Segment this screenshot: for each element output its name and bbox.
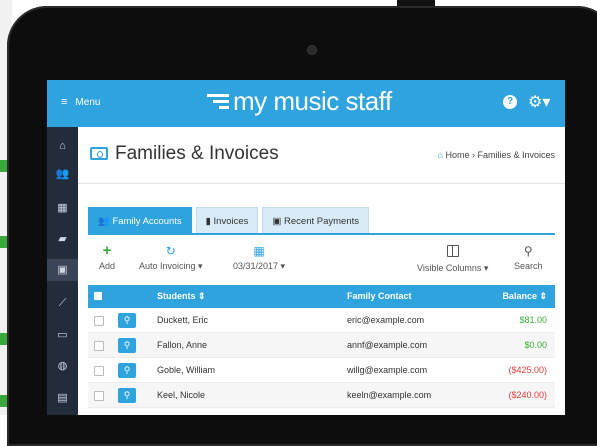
table-row[interactable]: ⚲ Fallon, Anne annf@example.com $0.00 <box>88 333 555 358</box>
family-contact[interactable]: keeln@example.com <box>347 383 431 408</box>
tab-label: Invoices <box>213 216 249 227</box>
row-checkbox[interactable] <box>94 366 104 376</box>
tablet-camera <box>308 46 316 54</box>
date-label: 03/31/2017 ▾ <box>233 261 286 271</box>
family-contact[interactable]: willg@example.com <box>347 358 427 383</box>
home-icon[interactable]: ⌂ <box>47 135 78 157</box>
date-picker[interactable]: ▦ 03/31/2017 ▾ <box>233 245 285 272</box>
header-divider <box>78 183 565 184</box>
students-header[interactable]: Students ⇕ <box>157 285 206 308</box>
student-name[interactable]: Keel, Nicole <box>157 383 205 408</box>
calendar-icon[interactable]: ▦ <box>47 197 78 219</box>
row-checkbox[interactable] <box>94 341 104 351</box>
id-card-icon[interactable]: ▤ <box>47 387 78 409</box>
tab-bar: 👥 Family Accounts ▮ Invoices ▣ Recent Pa… <box>88 207 373 234</box>
calendar-icon: ▦ <box>253 244 265 258</box>
page-title: Families & Invoices <box>115 143 279 164</box>
table-header: Students ⇕ Family Contact Balance ⇕ <box>88 285 555 308</box>
app-logo[interactable]: my music staff <box>207 86 392 117</box>
search-label: Search <box>514 261 543 271</box>
car-icon[interactable]: ▭ <box>47 324 78 346</box>
tab-underline <box>88 233 555 235</box>
tab-label: Family Accounts <box>112 216 182 227</box>
tab-label: Recent Payments <box>284 216 359 227</box>
columns-icon <box>417 245 488 259</box>
breadcrumb[interactable]: ⌂ Home › Families & Invoices <box>438 150 555 160</box>
globe-icon[interactable]: ◍ <box>47 355 78 377</box>
zoom-icon[interactable]: ⚲ <box>118 338 136 353</box>
search-icon: ⚲ <box>523 244 533 258</box>
chart-icon[interactable]: ⟋ <box>47 292 78 314</box>
add-button[interactable]: + Add <box>99 242 116 271</box>
zoom-icon[interactable]: ⚲ <box>118 363 136 378</box>
row-checkbox[interactable] <box>94 391 104 401</box>
auto-invoicing-label: Auto Invoicing ▾ <box>139 261 203 271</box>
logo-text: my music staff <box>233 86 392 116</box>
refresh-icon: ↻ <box>165 244 176 258</box>
family-contact[interactable]: annf@example.com <box>347 333 427 358</box>
logo-mark-icon <box>207 94 229 109</box>
tab-recent-payments[interactable]: ▣ Recent Payments <box>262 207 369 234</box>
plus-icon: + <box>102 242 112 259</box>
student-name[interactable]: Duckett, Eric <box>157 308 208 333</box>
add-label: Add <box>99 261 116 271</box>
auto-invoicing-button[interactable]: ↻ Auto Invoicing ▾ <box>139 245 203 272</box>
balance-value: ($425.00) <box>508 365 547 375</box>
select-all-checkbox[interactable] <box>94 292 102 300</box>
book-icon[interactable]: ▰ <box>47 228 78 250</box>
main-content: Families & Invoices ⌂ Home › Families & … <box>78 127 565 415</box>
top-nav-bar: ≡ Menu my music staff ? ⚙▾ <box>47 80 565 127</box>
student-name[interactable]: Fallon, Anne <box>157 333 207 358</box>
student-name[interactable]: Goble, William <box>157 358 215 383</box>
balance-value: ($240.00) <box>508 390 547 400</box>
menu-label: Menu <box>75 96 101 108</box>
balance-value: $81.00 <box>519 315 547 325</box>
zoom-icon[interactable]: ⚲ <box>118 313 136 328</box>
money-icon: ▣ <box>272 216 282 227</box>
family-contact-header[interactable]: Family Contact <box>347 285 412 308</box>
hamburger-icon: ≡ <box>61 96 68 108</box>
row-checkbox[interactable] <box>94 316 104 326</box>
visible-columns-label: Visible Columns ▾ <box>417 263 489 273</box>
table-row[interactable]: ⚲ Duckett, Eric eric@example.com $81.00 <box>88 308 555 333</box>
menu-button[interactable]: ≡ Menu <box>61 96 100 108</box>
balance-value: $0.00 <box>524 340 547 350</box>
zoom-icon[interactable]: ⚲ <box>118 388 136 403</box>
money-icon <box>90 147 108 160</box>
tab-invoices[interactable]: ▮ Invoices <box>195 207 259 234</box>
visible-columns-button[interactable]: Visible Columns ▾ <box>417 245 488 274</box>
app-screen: ≡ Menu my music staff ? ⚙▾ ⌂ 👥 ▦ ▰ ▣ ⟋ ▭… <box>47 80 565 415</box>
sidebar: ⌂ 👥 ▦ ▰ ▣ ⟋ ▭ ◍ ▤ <box>47 127 78 415</box>
search-button[interactable]: ⚲ Search <box>514 245 543 271</box>
question-circle-icon[interactable]: ? <box>503 95 517 109</box>
users-icon: 👥 <box>98 216 110 227</box>
file-icon: ▮ <box>205 216 211 227</box>
users-icon[interactable]: 👥 <box>47 163 78 185</box>
family-contact[interactable]: eric@example.com <box>347 308 424 333</box>
tab-family-accounts[interactable]: 👥 Family Accounts <box>88 207 192 234</box>
balance-header[interactable]: Balance ⇕ <box>502 285 547 308</box>
gear-icon[interactable]: ⚙▾ <box>528 92 550 112</box>
table-row[interactable]: ⚲ Keel, Nicole keeln@example.com ($240.0… <box>88 383 555 408</box>
table-row[interactable]: ⚲ Goble, William willg@example.com ($425… <box>88 358 555 383</box>
money-icon[interactable]: ▣ <box>47 259 78 281</box>
breadcrumb-text: Home › Families & Invoices <box>445 150 555 160</box>
